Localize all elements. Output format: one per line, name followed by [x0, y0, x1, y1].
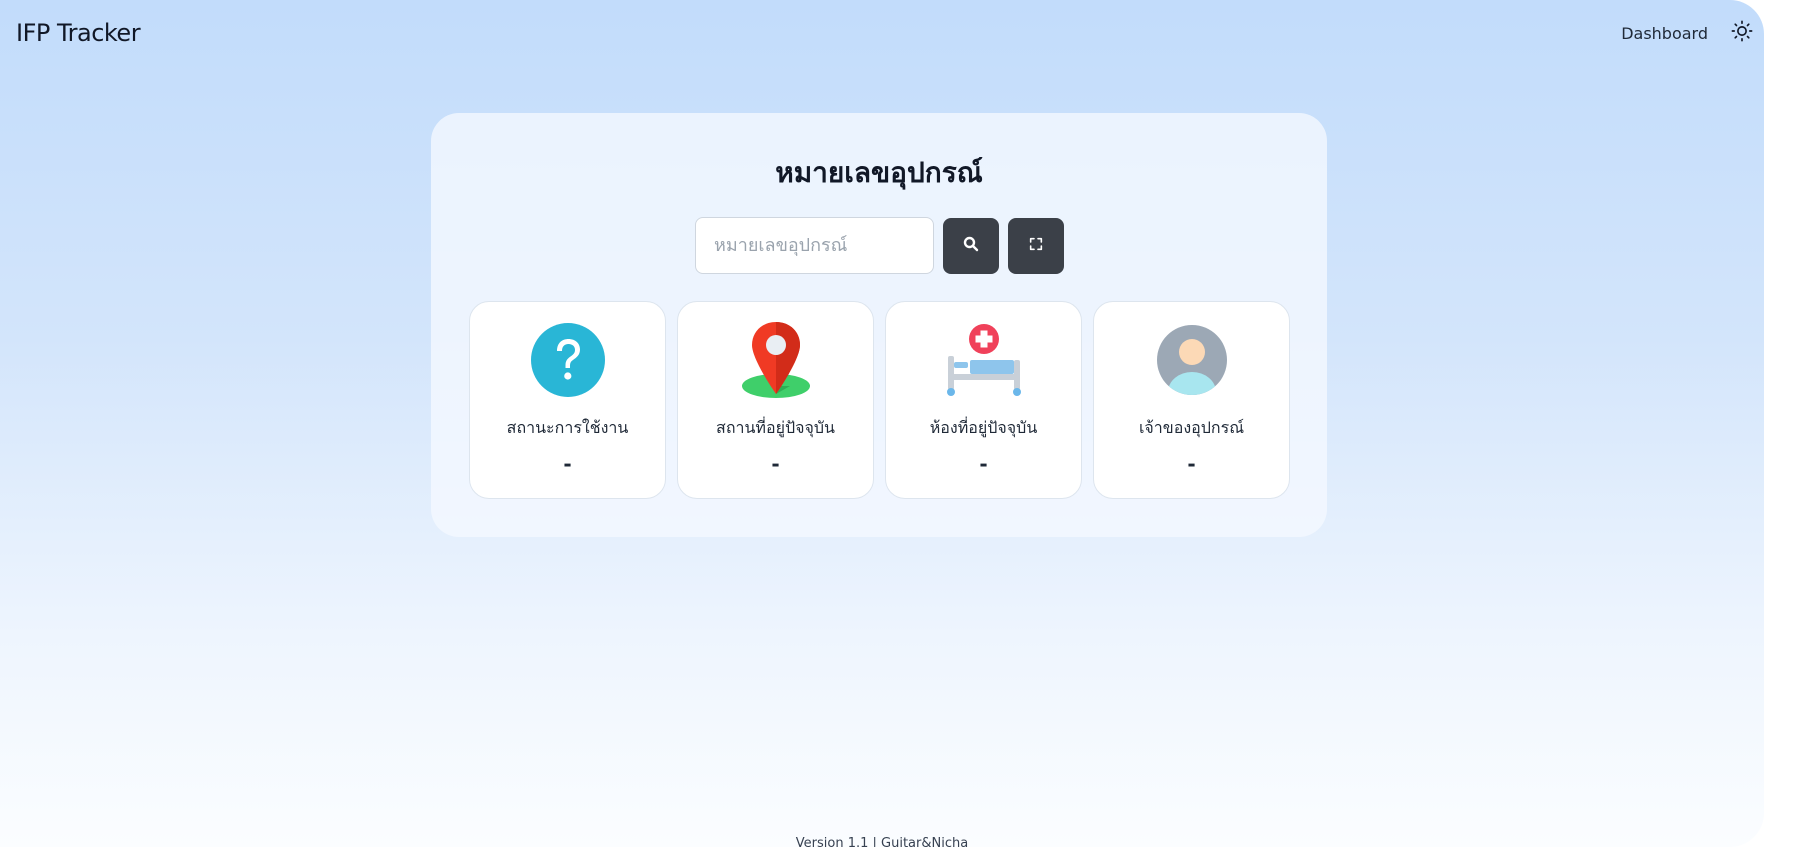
hospital-bed-icon: [944, 320, 1024, 400]
theme-toggle-button[interactable]: [1726, 17, 1758, 49]
tile-device-owner: เจ้าของอุปกรณ์ -: [1093, 301, 1290, 499]
scan-button[interactable]: [1008, 217, 1064, 274]
top-nav: Dashboard: [1621, 16, 1758, 50]
tile-value: -: [563, 452, 572, 476]
tile-value: -: [979, 452, 988, 476]
location-pin-icon: [736, 320, 816, 400]
card-title: หมายเลขอุปกรณ์: [775, 156, 983, 189]
tile-label: สถานะการใช้งาน: [506, 418, 629, 437]
search-button[interactable]: [943, 217, 999, 274]
tile-current-location: สถานที่อยู่ปัจจุบัน -: [677, 301, 874, 499]
version-footer: Version 1.1 | Guitar&Nicha: [795, 836, 969, 847]
device-info-tiles: สถานะการใช้งาน - สถานที่อยู่ปัจจุบัน - ห…: [469, 301, 1290, 499]
brand-title[interactable]: IFP Tracker: [16, 16, 141, 50]
tile-label: สถานที่อยู่ปัจจุบัน: [716, 418, 835, 437]
device-lookup-card: หมายเลขอุปกรณ์ หมายเลขอุปกรณ์ สถานะการใช…: [431, 113, 1327, 537]
search-row: [695, 217, 1064, 274]
sun-icon: [1731, 20, 1753, 46]
app-window: IFP Tracker Dashboard หมายเลขอุปกรณ์ หมา…: [0, 0, 1764, 847]
tile-value: -: [771, 452, 780, 476]
nav-link-dashboard[interactable]: Dashboard: [1621, 24, 1708, 43]
scan-icon: [1028, 236, 1044, 255]
search-icon: [962, 235, 980, 256]
user-avatar-icon: [1152, 320, 1232, 400]
tile-value: -: [1187, 452, 1196, 476]
tile-usage-status: สถานะการใช้งาน -: [469, 301, 666, 499]
tile-label: ห้องที่อยู่ปัจจุบัน: [929, 418, 1038, 437]
tile-label: เจ้าของอุปกรณ์: [1138, 418, 1245, 437]
question-icon: [528, 320, 608, 400]
device-number-input[interactable]: [695, 217, 934, 274]
tile-current-room: ห้องที่อยู่ปัจจุบัน -: [885, 301, 1082, 499]
